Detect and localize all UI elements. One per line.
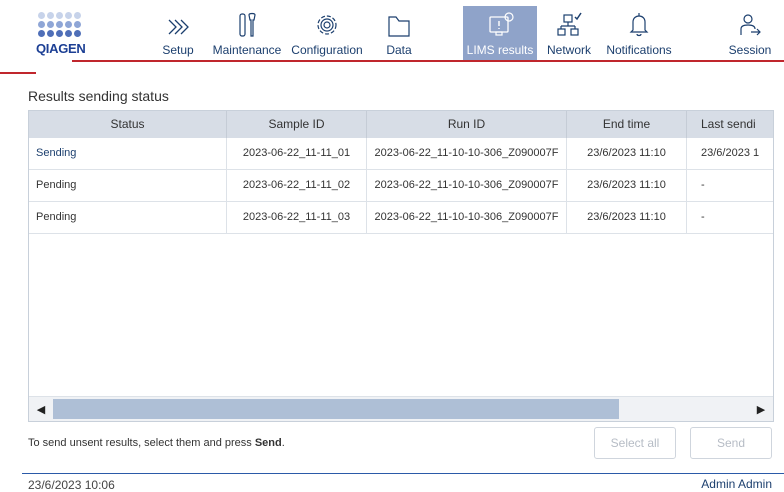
network-icon — [557, 12, 582, 36]
nav-label: Notifications — [606, 43, 672, 57]
bell-icon — [629, 13, 649, 37]
cell-last-sending: 23/6/2023 1 — [701, 147, 760, 159]
header-divider — [72, 60, 784, 62]
nav-lims-results[interactable]: LIMS results — [463, 6, 537, 60]
logo-accent-line — [0, 72, 36, 74]
cell-end-time: 23/6/2023 11:10 — [567, 202, 687, 233]
table-header: Status Sample ID Run ID End time Last se… — [29, 111, 773, 138]
nav-label: Network — [546, 43, 591, 57]
nav-session[interactable]: Session — [722, 6, 778, 60]
nav-label: Configuration — [291, 43, 363, 57]
send-instruction: To send unsent results, select them and … — [28, 437, 285, 449]
cell-status: Pending — [29, 170, 227, 201]
table-row[interactable]: Pending 2023-06-22_11-11_02 2023-06-22_1… — [29, 170, 773, 202]
select-all-button[interactable]: Select all — [594, 427, 676, 459]
nav-label: Setup — [162, 43, 194, 57]
cell-end-time: 23/6/2023 11:10 — [567, 170, 687, 201]
logged-in-user[interactable]: Admin Admin — [701, 477, 772, 491]
column-header-sample-id[interactable]: Sample ID — [227, 111, 367, 138]
session-icon — [740, 14, 761, 36]
tools-icon — [239, 12, 256, 37]
gear-icon — [317, 15, 337, 35]
horizontal-scrollbar[interactable]: ◀ ▶ — [29, 396, 773, 421]
nav-network[interactable]: Network — [543, 6, 595, 60]
cell-end-time: 23/6/2023 11:10 — [567, 138, 687, 169]
scrollbar-thumb[interactable] — [53, 399, 619, 419]
column-header-end-time[interactable]: End time — [567, 111, 687, 138]
cell-status: Pending — [29, 202, 227, 233]
nav-label: Data — [386, 43, 412, 57]
results-table: Status Sample ID Run ID End time Last se… — [28, 110, 774, 422]
scroll-left-arrow-icon[interactable]: ◀ — [29, 397, 53, 421]
logo-dots — [38, 12, 86, 39]
cell-last-sending: - — [701, 211, 705, 223]
cell-status: Sending — [29, 138, 227, 169]
column-header-last-sending[interactable]: Last sendi — [687, 111, 773, 138]
logo-text: QIAGEN — [36, 41, 86, 56]
send-button[interactable]: Send — [690, 427, 772, 459]
scroll-right-arrow-icon[interactable]: ▶ — [749, 397, 773, 421]
qiagen-logo: QIAGEN — [0, 12, 88, 74]
instruction-bold: Send — [254, 437, 282, 449]
page-title: Results sending status — [28, 88, 169, 104]
status-date: 23/6/2023 10:06 — [28, 478, 115, 492]
top-navigation: QIAGEN Setup Maintenance Configuration D… — [0, 0, 784, 74]
nav-data[interactable]: Data — [374, 6, 424, 60]
cell-run-id: 2023-06-22_11-10-10-306_Z090007F — [367, 202, 567, 233]
folder-icon — [388, 16, 410, 37]
cell-last-sending: - — [701, 179, 705, 191]
cell-sample-id: 2023-06-22_11-11_02 — [227, 170, 367, 201]
nav-configuration[interactable]: Configuration — [287, 6, 367, 60]
table-row[interactable]: Sending 2023-06-22_11-11_01 2023-06-22_1… — [29, 138, 773, 170]
column-header-run-id[interactable]: Run ID — [367, 111, 567, 138]
chevrons-right-icon — [168, 19, 189, 35]
instruction-suffix: . — [281, 437, 285, 449]
nav-maintenance[interactable]: Maintenance — [208, 6, 286, 60]
cell-sample-id: 2023-06-22_11-11_03 — [227, 202, 367, 233]
nav-notifications[interactable]: Notifications — [601, 6, 677, 60]
nav-label: Maintenance — [212, 43, 282, 57]
cell-run-id: 2023-06-22_11-10-10-306_Z090007F — [367, 138, 567, 169]
column-header-status[interactable]: Status — [29, 111, 227, 138]
cell-sample-id: 2023-06-22_11-11_01 — [227, 138, 367, 169]
table-row[interactable]: Pending 2023-06-22_11-11_03 2023-06-22_1… — [29, 202, 773, 234]
nav-label: Session — [728, 43, 772, 57]
lims-results-icon — [489, 12, 514, 36]
nav-label: LIMS results — [466, 43, 534, 57]
nav-setup[interactable]: Setup — [158, 6, 198, 60]
cell-run-id: 2023-06-22_11-10-10-306_Z090007F — [367, 170, 567, 201]
status-bar-divider — [22, 473, 784, 474]
instruction-text: To send unsent results, select them and … — [28, 437, 255, 449]
